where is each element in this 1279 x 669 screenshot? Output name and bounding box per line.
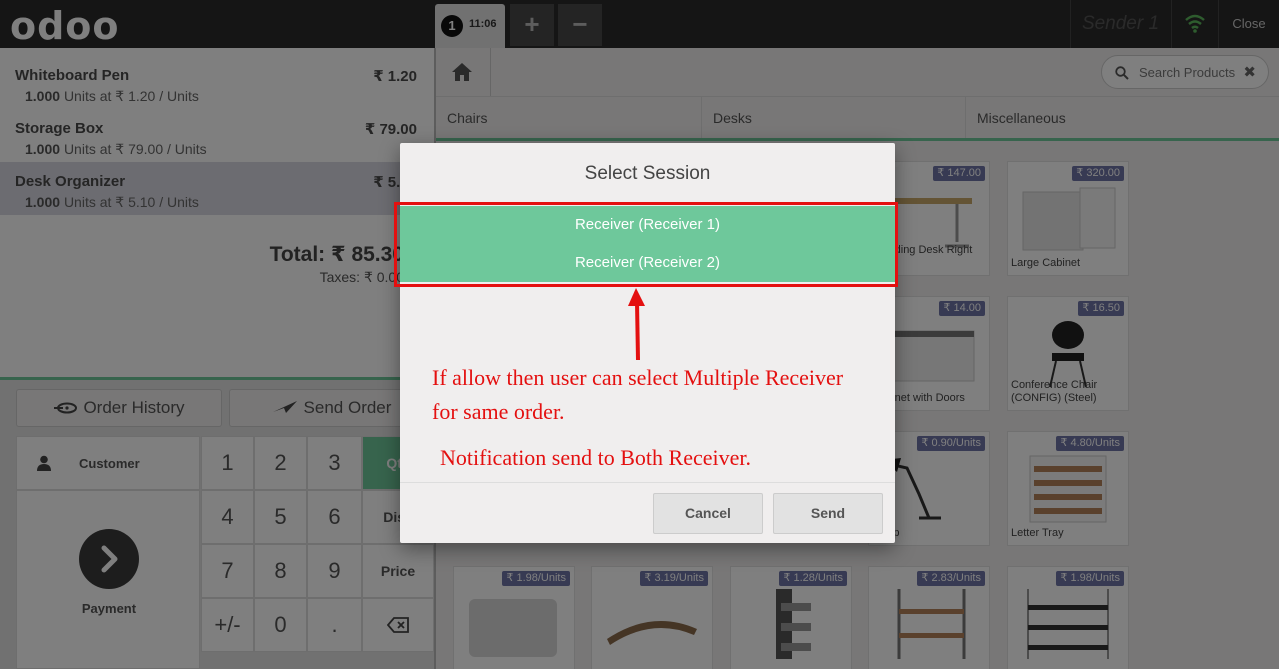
cancel-button[interactable]: Cancel [653,493,763,534]
annotation-text: Notification send to Both Receiver. [440,445,751,470]
dialog-title: Select Session [584,163,711,184]
annotation-text: If allow then user can select Multiple R… [432,365,844,390]
send-button[interactable]: Send [773,493,883,534]
annotation-highlight-box [394,202,898,287]
annotation-text: for same order. [432,399,565,424]
divider [400,482,895,483]
annotation-arrow-icon [620,288,652,362]
